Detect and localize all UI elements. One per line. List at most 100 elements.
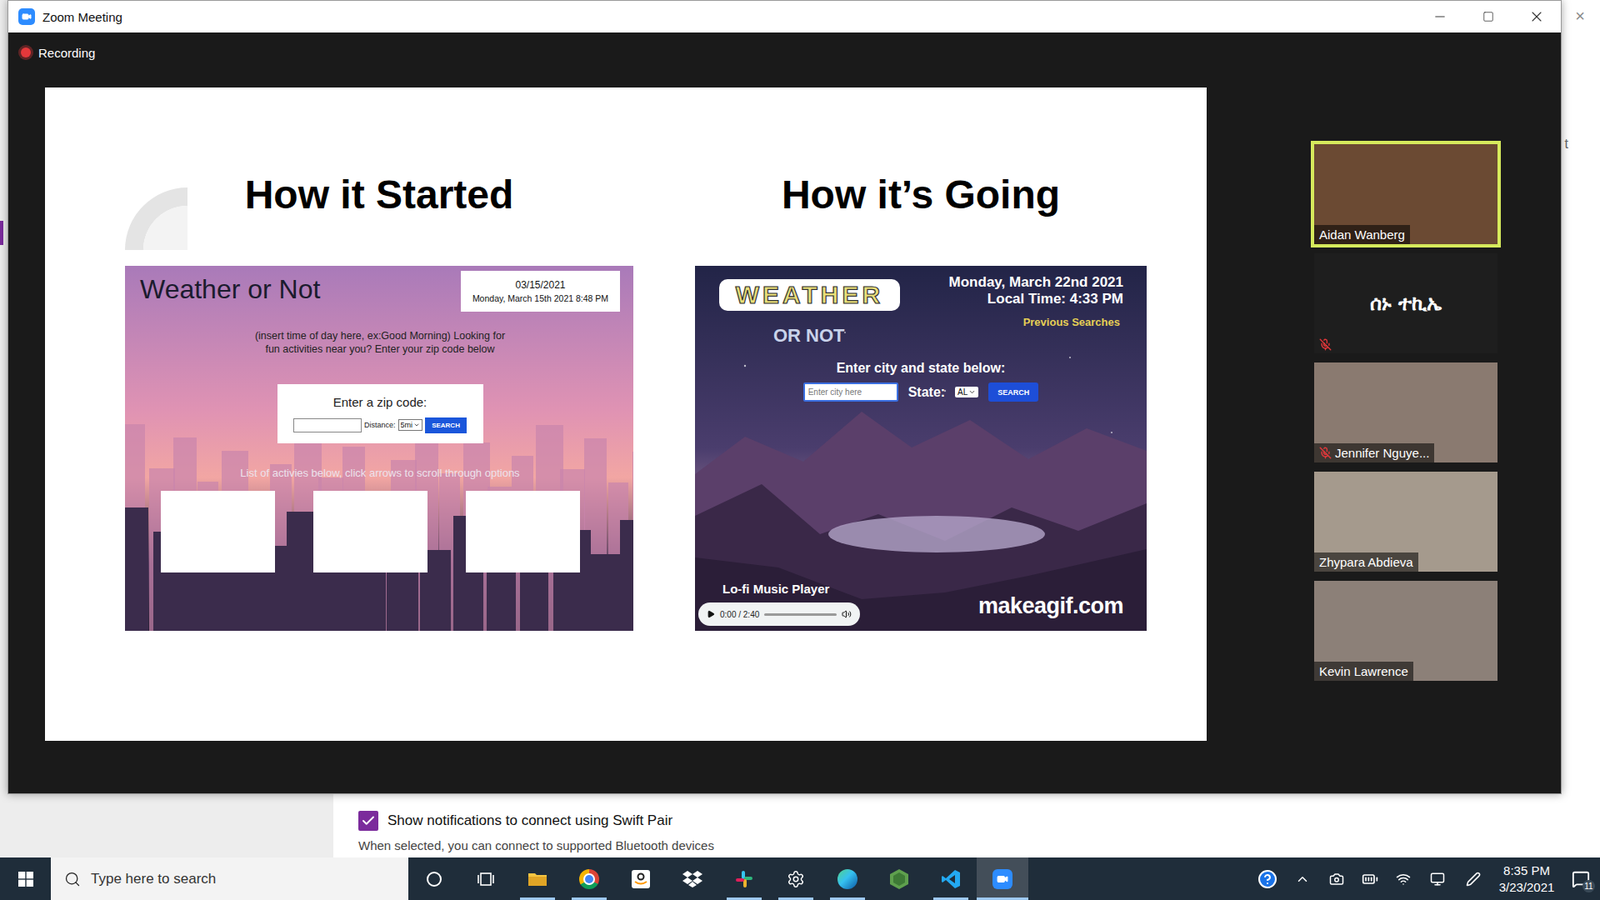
- player-track[interactable]: [764, 613, 837, 616]
- open-indicator: [976, 897, 1029, 900]
- participant-tile[interactable]: Zhypara Abdieva: [1310, 468, 1501, 575]
- wifi-icon: [1395, 871, 1411, 887]
- previous-searches-link[interactable]: Previous Searches: [1023, 315, 1120, 329]
- close-icon: [1528, 8, 1545, 25]
- taskbar-clock[interactable]: 8:35 PM3/23/2021: [1491, 857, 1562, 900]
- slack-icon: [734, 869, 755, 890]
- check-icon: [360, 813, 376, 829]
- activity-card[interactable]: [160, 490, 275, 573]
- name-tag: Jennifer Nguye...: [1314, 443, 1435, 463]
- city-prompt: Enter city and state below:: [836, 360, 1006, 376]
- activities-caption: List of activies below, click arrows to …: [140, 466, 620, 480]
- date-short: 03/15/2021: [515, 279, 565, 291]
- participant-name: ሰኑ ተኪኤ: [1370, 291, 1442, 315]
- play-icon[interactable]: [706, 610, 715, 619]
- clock-time: 8:35 PM: [1503, 862, 1550, 880]
- notifications-button[interactable]: 11: [1561, 857, 1600, 900]
- participant-tile[interactable]: ሰኑ ተኪኤ: [1310, 250, 1501, 357]
- taskbar-search[interactable]: Type here to search: [50, 857, 409, 900]
- taskbar-app[interactable]: [718, 857, 770, 900]
- taskbar-app[interactable]: [511, 857, 564, 900]
- swift-pair-checkbox[interactable]: [358, 810, 379, 831]
- recording-indicator[interactable]: Recording: [20, 42, 1207, 63]
- camera-icon: [1329, 871, 1345, 887]
- taskbar: Type here to search 8:35 PM3/23/2021 11: [0, 857, 1600, 900]
- task-view-icon: [475, 869, 496, 890]
- close-button[interactable]: [1512, 0, 1561, 33]
- slide-heading: How it’s Going: [781, 170, 1060, 220]
- taskbar-app[interactable]: [563, 857, 615, 900]
- taskbar-app[interactable]: [770, 857, 822, 900]
- maximize-button[interactable]: [1464, 0, 1513, 33]
- name-tag: Zhypara Abdieva: [1314, 552, 1419, 572]
- taskbar-app[interactable]: [615, 857, 667, 900]
- search-button[interactable]: SEARCH: [425, 417, 467, 434]
- screen: ×tShow notifications to connect using Sw…: [0, 0, 1600, 900]
- windows-logo-icon: [18, 871, 34, 887]
- current-date: Monday, March 22nd 2021: [949, 274, 1124, 291]
- open-indicator: [520, 897, 555, 900]
- music-player-label: Lo-fi Music Player: [722, 581, 860, 596]
- taskbar-app[interactable]: [873, 857, 925, 900]
- distance-select[interactable]: 5mi: [398, 419, 424, 431]
- taskbar-app[interactable]: [666, 857, 719, 900]
- participant-tile[interactable]: Kevin Lawrence: [1310, 577, 1501, 685]
- new-app-screenshot: WEATHER OR NOT Monday, March 22nd 2021Loca…: [695, 265, 1147, 631]
- open-indicator: [726, 897, 762, 900]
- participant-tile[interactable]: Jennifer Nguye...: [1310, 359, 1501, 466]
- activity-card[interactable]: [313, 490, 428, 573]
- settings-close-button[interactable]: ×: [1575, 6, 1585, 26]
- node-icon: [889, 868, 910, 890]
- folder-icon: [526, 869, 549, 890]
- pen-button[interactable]: [1455, 857, 1492, 900]
- zip-input[interactable]: [293, 418, 362, 433]
- participant-tile[interactable]: Aidan Wanberg: [1310, 140, 1501, 248]
- swift-pair-option[interactable]: Show notifications to connect using Swif…: [358, 810, 1600, 831]
- vscode-icon: [940, 869, 961, 890]
- notification-count: 11: [1582, 880, 1595, 893]
- search-icon: [64, 870, 81, 888]
- old-app-screenshot: Weather or Not03/15/2021Monday, March 15…: [125, 265, 634, 631]
- dropdown-icon: [968, 388, 976, 396]
- name-tag: [1314, 335, 1337, 354]
- display-button[interactable]: [1420, 857, 1455, 900]
- city-input[interactable]: [803, 382, 899, 402]
- zip-form: Enter a zip code:Distance:5miSEARCH: [277, 384, 484, 444]
- volume-icon[interactable]: [841, 609, 852, 620]
- taskbar-app[interactable]: [821, 857, 874, 900]
- search-placeholder: Type here to search: [90, 870, 216, 888]
- edge-icon: [837, 869, 858, 890]
- help-button[interactable]: [1250, 857, 1285, 900]
- state-select[interactable]: AL: [955, 386, 979, 398]
- network-button[interactable]: [1386, 857, 1420, 900]
- taskbar-app[interactable]: [460, 857, 512, 900]
- activity-card[interactable]: [465, 490, 580, 573]
- participant-gallery: Aidan Wanberg ሰኑ ተኪኤ Jennifer Nguye... Zhyp…: [1310, 140, 1501, 794]
- taskbar-app[interactable]: [976, 857, 1029, 900]
- logo-subtitle: OR NOT: [773, 325, 900, 347]
- window-title: Zoom Meeting: [42, 10, 123, 25]
- tray-expand-button[interactable]: [1285, 857, 1320, 900]
- taskbar-app[interactable]: [925, 857, 977, 900]
- gear-icon: [786, 870, 805, 889]
- local-time: Local Time: 4:33 PM: [987, 290, 1124, 308]
- monitor-icon: [1430, 871, 1445, 887]
- meeting-body: RecordingHow it StartedWeather or Not03/…: [8, 32, 1561, 794]
- city-scene-icon: [125, 265, 634, 631]
- share-area: RecordingHow it StartedWeather or Not03/…: [8, 32, 1207, 794]
- logo-text: WEATHER: [735, 280, 884, 310]
- camera-icon: [21, 11, 32, 22]
- taskbar-app[interactable]: [408, 857, 460, 900]
- clock-date: 3/23/2021: [1499, 879, 1555, 896]
- start-button[interactable]: [0, 857, 51, 900]
- audio-player[interactable]: 0:00 / 2:40: [698, 602, 860, 626]
- battery-button[interactable]: [1353, 857, 1387, 900]
- camera-icon: [996, 873, 1009, 885]
- dropbox-icon: [681, 869, 704, 890]
- name-tag: Aidan Wanberg: [1314, 225, 1410, 245]
- meet-now-button[interactable]: [1320, 857, 1354, 900]
- search-button[interactable]: SEARCH: [988, 382, 1039, 402]
- slide-column: How it’s Going WEATHER OR NOT Monday, March…: [695, 170, 1147, 631]
- maximize-icon: [1482, 10, 1495, 23]
- minimize-button[interactable]: [1415, 0, 1465, 33]
